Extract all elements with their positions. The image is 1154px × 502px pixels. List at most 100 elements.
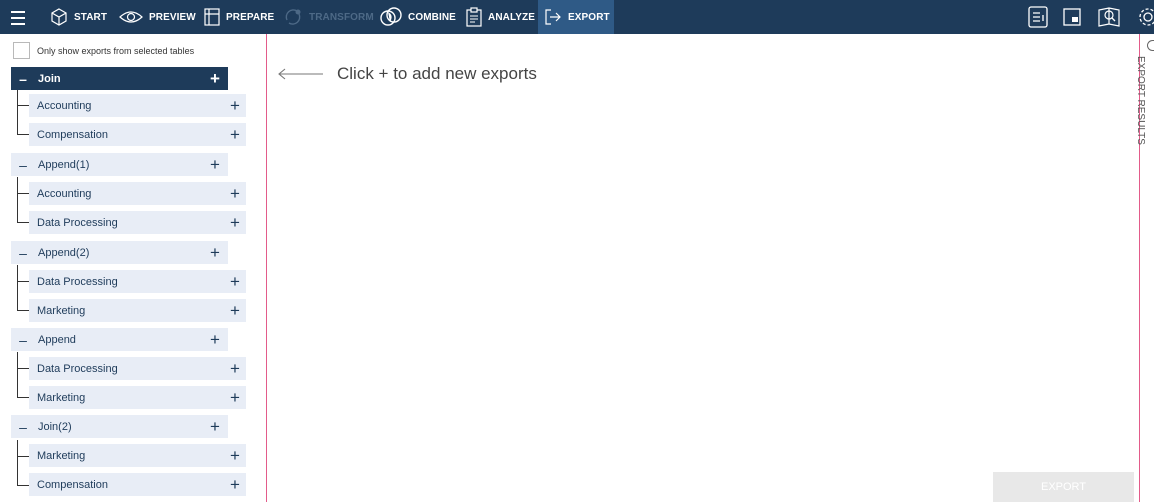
export-item-label: Accounting [37,187,92,200]
tree-connector [17,397,29,398]
export-item-accounting[interactable]: Accounting + [29,94,246,117]
export-group-label: Append(2) [38,246,90,259]
left-panel-divider [266,34,267,502]
export-item-marketing[interactable]: Marketing + [29,299,246,322]
tree-connector [17,368,29,369]
top-toolbar: START PREVIEW PREPARE TRANSFORM COMBINE … [0,0,1154,34]
export-group-append-1[interactable]: – Append(1) + [11,153,228,176]
export-item-label: Marketing [37,391,86,404]
tree-connector [17,281,29,282]
filter-label: Only show exports from selected tables [37,45,195,56]
tree-connector [17,177,18,223]
toolbar-export-label: EXPORT [568,11,610,23]
tree-connector [17,105,29,106]
tree-connector [17,265,18,311]
export-group-label: Join [38,72,61,85]
collapse-icon[interactable]: – [12,419,34,435]
add-export-icon[interactable]: + [224,97,246,114]
toolbar-preview-button[interactable]: PREVIEW [119,0,196,34]
add-export-icon[interactable]: + [224,185,246,202]
toolbar-prepare-button[interactable]: PREPARE [204,0,274,34]
tree-connector [17,89,18,135]
tree-connector [17,485,29,486]
tree-connector [17,440,18,486]
export-results-label[interactable]: EXPORT RESULTS [1135,56,1146,145]
add-export-icon[interactable]: + [224,447,246,464]
toolbar-transform-label: TRANSFORM [309,11,374,23]
toolbar-preview-label: PREVIEW [149,11,196,23]
export-group-join-2[interactable]: – Join(2) + [11,415,228,438]
export-item-label: Data Processing [37,362,118,375]
add-export-icon[interactable]: + [224,302,246,319]
collapse-icon[interactable]: – [12,245,34,261]
tree-connector [17,456,29,457]
add-export-icon[interactable]: + [224,273,246,290]
book-search-icon[interactable] [1097,6,1121,28]
gear-icon[interactable] [1137,6,1154,28]
export-item-label: Marketing [37,304,86,317]
tree-connector [17,310,29,311]
collapse-icon[interactable]: – [12,71,34,87]
add-export-hint: Click + to add new exports [277,64,537,84]
export-item-compensation[interactable]: Compensation + [29,473,246,496]
table-icon [204,8,220,26]
export-group-append-2[interactable]: – Append(2) + [11,241,228,264]
export-item-marketing[interactable]: Marketing + [29,386,246,409]
toolbar-combine-button[interactable]: COMBINE [380,0,456,34]
toolbar-export-button[interactable]: EXPORT [538,0,614,34]
toolbar-start-label: START [74,11,108,23]
toolbar-transform-button[interactable]: TRANSFORM [283,0,374,34]
add-export-icon[interactable]: + [224,360,246,377]
clipboard-icon [466,7,482,27]
document-list-icon[interactable] [1028,6,1048,28]
tree-connector [17,134,29,135]
export-item-label: Accounting [37,99,92,112]
export-item-label: Marketing [37,449,86,462]
window-icon[interactable] [1063,8,1081,26]
toolbar-analyze-button[interactable]: ANALYZE [466,0,535,34]
tree-connector [17,193,29,194]
filter-row[interactable]: Only show exports from selected tables [13,42,194,59]
toolbar-analyze-label: ANALYZE [488,11,536,23]
combine-icon [380,7,402,26]
left-arrow-icon [278,68,323,80]
add-export-icon[interactable]: + [202,70,228,87]
toolbar-start-button[interactable]: START [50,0,107,34]
export-item-label: Compensation [37,128,108,141]
export-item-data-processing[interactable]: Data Processing + [29,270,246,293]
export-group-append[interactable]: – Append + [11,328,228,351]
export-group-label: Join(2) [38,420,72,433]
eye-icon [119,11,143,23]
export-item-label: Data Processing [37,275,118,288]
cube-icon [51,8,67,26]
export-group-join[interactable]: – Join + [11,67,228,90]
export-item-label: Compensation [37,478,108,491]
add-export-icon[interactable]: + [202,331,228,348]
export-item-data-processing[interactable]: Data Processing + [29,357,246,380]
toolbar-prepare-label: PREPARE [226,11,275,23]
export-group-label: Append(1) [38,158,90,171]
add-export-icon[interactable]: + [224,389,246,406]
add-export-icon[interactable]: + [224,126,246,143]
export-item-accounting[interactable]: Accounting + [29,182,246,205]
collapse-icon[interactable]: – [12,157,34,173]
side-panel-toggle-icon[interactable] [1147,40,1154,51]
export-arrow-icon [545,9,561,25]
add-export-icon[interactable]: + [202,244,228,261]
collapse-icon[interactable]: – [12,332,34,348]
hamburger-menu-icon[interactable] [11,9,25,25]
tree-connector [17,222,29,223]
export-item-data-processing[interactable]: Data Processing + [29,211,246,234]
toolbar-combine-label: COMBINE [408,11,456,23]
tree-connector [17,352,18,398]
filter-checkbox[interactable] [13,42,30,59]
export-item-marketing[interactable]: Marketing + [29,444,246,467]
export-item-compensation[interactable]: Compensation + [29,123,246,146]
add-export-icon[interactable]: + [224,214,246,231]
add-export-icon[interactable]: + [202,156,228,173]
add-export-icon[interactable]: + [224,476,246,493]
add-export-icon[interactable]: + [202,418,228,435]
export-button[interactable]: EXPORT [993,472,1134,502]
add-export-hint-text: Click + to add new exports [337,64,537,83]
export-item-label: Data Processing [37,216,118,229]
